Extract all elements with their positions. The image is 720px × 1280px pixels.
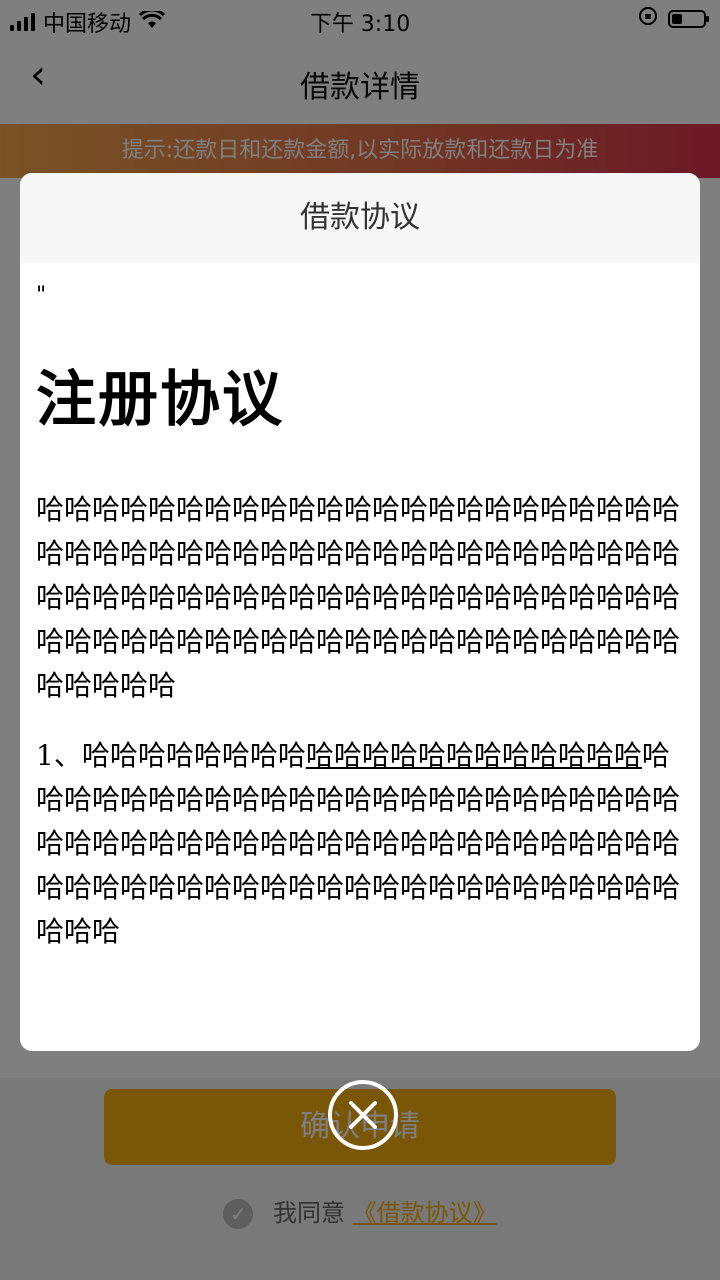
modal-title: 借款协议 bbox=[20, 173, 700, 263]
quote-mark: " bbox=[36, 283, 47, 308]
paragraph-1: 哈哈哈哈哈哈哈哈哈哈哈哈哈哈哈哈哈哈哈哈哈哈哈哈哈哈哈哈哈哈哈哈哈哈哈哈哈哈哈哈… bbox=[36, 493, 681, 702]
document-title: 注册协议 bbox=[36, 365, 284, 435]
paragraph-2: 1、哈哈哈哈哈哈哈哈哈哈哈哈哈哈哈哈哈哈哈哈哈哈哈哈哈哈哈哈哈哈哈哈哈哈哈哈哈哈… bbox=[36, 734, 684, 954]
agreement-modal: 借款协议 " 注册协议 哈哈哈哈哈哈哈哈哈哈哈哈哈哈哈哈哈哈哈哈哈哈哈哈哈哈哈哈… bbox=[20, 173, 700, 1051]
paragraph-2-underlined: 哈哈哈哈哈哈哈哈哈哈哈哈 bbox=[305, 739, 642, 772]
paragraph-2-prefix: 1、哈哈哈哈哈哈哈哈 bbox=[36, 739, 306, 772]
close-icon[interactable] bbox=[328, 1080, 398, 1150]
modal-body[interactable]: " 注册协议 哈哈哈哈哈哈哈哈哈哈哈哈哈哈哈哈哈哈哈哈哈哈哈哈哈哈哈哈哈哈哈哈哈… bbox=[20, 263, 700, 954]
